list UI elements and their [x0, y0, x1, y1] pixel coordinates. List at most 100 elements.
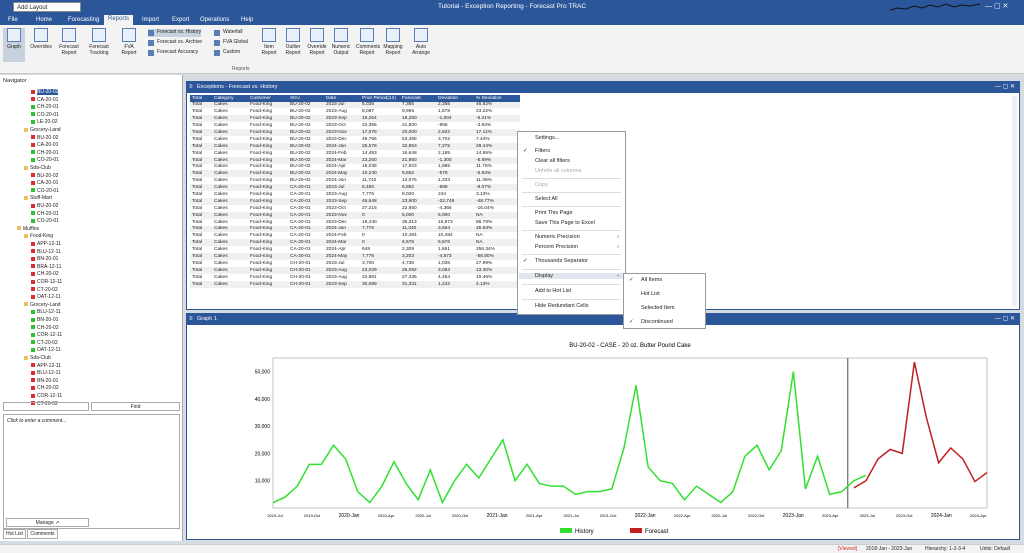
navigator-item[interactable]: CH-20-01: [31, 104, 59, 110]
navigator-item[interactable]: CA-20-01: [31, 97, 58, 103]
ribbon-small-button-0[interactable]: Forecast vs. History: [148, 29, 202, 37]
navigator-item[interactable]: BU-20-02: [31, 203, 58, 209]
submenu-item-1[interactable]: Hot List: [641, 291, 660, 297]
ribbon-button-4[interactable]: FVA Report: [118, 28, 140, 62]
context-menu-item-11[interactable]: Display: [519, 273, 625, 279]
ribbon-button-0[interactable]: Graph: [3, 28, 25, 62]
navigator-item[interactable]: BN-20-01: [31, 378, 58, 384]
ribbon-button-6[interactable]: Outlier Report: [282, 28, 304, 62]
menu-tab-1[interactable]: Home: [32, 16, 56, 24]
context-menu-item-2[interactable]: Clear all filters: [535, 158, 570, 164]
table-row[interactable]: Total Cakes Food-King BU-20-02 2023-Oct 22,35…: [190, 122, 520, 129]
navigator-item[interactable]: CH-20-02: [31, 325, 59, 331]
tab-comments[interactable]: Comments: [27, 529, 58, 539]
context-menu-item-3[interactable]: Unhide all columns: [535, 168, 581, 174]
navigator-item[interactable]: Sda-Club: [24, 355, 51, 361]
comment-box[interactable]: Click to enter a comment...: [3, 414, 180, 529]
table-row[interactable]: Total Cakes Food-King CH-20-01 2023-Aug 23,02…: [190, 266, 520, 274]
ribbon-button-11[interactable]: Auto Arrange: [410, 28, 432, 62]
ribbon-button-8[interactable]: Numeric Output: [330, 28, 352, 62]
grid-scrollbar[interactable]: [1012, 96, 1017, 306]
grid-column-header[interactable]: Prior Period(12): [360, 95, 400, 102]
table-row[interactable]: Total Cakes Food-King BU-20-02 2024-Jan 25,57…: [190, 142, 520, 150]
submenu-item-0[interactable]: All Items: [641, 277, 662, 283]
navigator-item[interactable]: BN-20-01: [31, 256, 58, 262]
navigator-item[interactable]: BU-20-02: [31, 89, 59, 95]
table-row[interactable]: Total Cakes Food-King BU-20-02 2023-Dec 49,76…: [190, 136, 520, 143]
navigator-item[interactable]: Grocery-Land: [24, 127, 61, 133]
navigator-item[interactable]: CH-20-02: [31, 271, 59, 277]
table-row[interactable]: Total Cakes Food-King CA-20-01 2024-Feb 0 10,4…: [190, 232, 520, 239]
menu-tab-7[interactable]: Help: [237, 16, 257, 24]
ribbon-button-9[interactable]: Comments Report: [356, 28, 380, 62]
hamburger-icon[interactable]: ≡: [189, 316, 193, 322]
navigator-item[interactable]: LE-20-02: [31, 119, 58, 125]
ribbon-button-3[interactable]: Forecast Tracking: [88, 28, 110, 62]
ribbon-button-1[interactable]: Overrides: [30, 28, 52, 62]
manage-button[interactable]: Manage ↗: [6, 518, 89, 527]
navigator-item[interactable]: BLU-12-11: [31, 309, 61, 315]
menu-tab-0[interactable]: File: [4, 16, 22, 24]
context-menu-item-13[interactable]: Hide Redundant Cells: [535, 303, 589, 309]
navigator-item[interactable]: BRA-12-11: [31, 264, 61, 270]
table-row[interactable]: Total Cakes Food-King CA-20-01 2024-Mar 0 6,67…: [190, 239, 520, 247]
navigator-item[interactable]: CO-20-01: [31, 157, 59, 163]
ribbon-small-button-1[interactable]: Forecast vs. Archive: [148, 39, 202, 47]
navigator-item[interactable]: BU-20-02: [31, 173, 58, 179]
ribbon-small-button-5[interactable]: Custom: [214, 49, 240, 57]
navigator-item[interactable]: BN-20-01: [31, 317, 58, 323]
window-controls-icon[interactable]: — ▢ ✕: [985, 2, 1008, 10]
tab-hot-list[interactable]: Hot List: [3, 529, 26, 539]
navigator-item[interactable]: CH-20-02: [31, 385, 59, 391]
navigator-item[interactable]: Grocery-Land: [24, 302, 61, 308]
menu-tab-3[interactable]: Reports: [104, 15, 134, 25]
context-menu-item-8[interactable]: Numeric Precision: [535, 234, 580, 240]
navigator-item[interactable]: CA-20-01: [31, 180, 58, 186]
ribbon-button-10[interactable]: Mapping Report: [382, 28, 404, 62]
context-menu-item-1[interactable]: Filters: [535, 148, 550, 154]
table-row[interactable]: Total Cakes Food-King CH-20-01 2023-Jul 3,700…: [190, 260, 520, 267]
navigator-item[interactable]: BU-20-02: [31, 135, 58, 141]
ribbon-button-7[interactable]: Override Report: [306, 28, 328, 62]
navigator-item[interactable]: COR-12-11: [31, 332, 62, 338]
window-controls-icon[interactable]: — ▢ ✕: [995, 315, 1015, 322]
table-row[interactable]: Total Cakes Food-King BU-20-02 2024-Mar 23,25…: [190, 156, 520, 164]
table-row[interactable]: Total Cakes Food-King CA-20-01 2023-Nov 0 5,00…: [190, 211, 520, 219]
menu-tab-4[interactable]: Import: [138, 16, 163, 24]
context-menu-item-4[interactable]: Copy: [535, 182, 548, 188]
table-row[interactable]: Total Cakes Food-King BU-20-02 2024-Jun 11,74…: [190, 177, 520, 184]
navigator-item[interactable]: Muffins: [17, 226, 39, 232]
context-menu-item-0[interactable]: Settings...: [535, 135, 559, 141]
navigator-item[interactable]: OAT-12-11: [31, 347, 61, 353]
context-menu-item-12[interactable]: Add to Hot List: [535, 288, 571, 294]
ribbon-small-button-2[interactable]: Forecast Accuracy: [148, 49, 198, 57]
navigator-item[interactable]: CO-20-01: [31, 188, 59, 194]
table-row[interactable]: Total Cakes Food-King CA-20-01 2023-Sep 46,64…: [190, 197, 520, 205]
table-row[interactable]: Total Cakes Food-King CA-20-01 2023-Aug 7,776…: [190, 191, 520, 198]
navigator-item[interactable]: COR-12-11: [31, 393, 62, 399]
submenu-item-3[interactable]: Discontinued: [641, 319, 673, 325]
navigator-item[interactable]: COR-12-11: [31, 279, 62, 285]
navigator-item[interactable]: CA-20-01: [31, 142, 58, 148]
context-menu-item-6[interactable]: Print This Page: [535, 210, 573, 216]
navigator-item[interactable]: CT-20-02: [31, 287, 58, 293]
ribbon-button-2[interactable]: Forecast Report: [58, 28, 80, 62]
menu-tab-6[interactable]: Operations: [196, 16, 233, 24]
table-row[interactable]: Total Cakes Food-King BU-20-02 2024-May 10,24…: [190, 170, 520, 178]
table-row[interactable]: Total Cakes Food-King BU-20-02 2023-Nov 17,07…: [190, 129, 520, 136]
navigator-item[interactable]: BLU-12-11: [31, 370, 61, 376]
table-row[interactable]: Total Cakes Food-King BU-20-02 2023-Aug 8,087…: [190, 108, 520, 115]
navigator-item[interactable]: CT-20-02: [31, 340, 58, 346]
context-menu-item-9[interactable]: Percent Precision: [535, 244, 578, 250]
table-row[interactable]: Total Cakes Food-King BU-20-02 2024-Feb 14,48…: [190, 150, 520, 157]
table-row[interactable]: Total Cakes Food-King CA-20-01 2024-May 7,776…: [190, 253, 520, 260]
navigator-item[interactable]: CO-20-01: [31, 112, 59, 118]
navigator-item[interactable]: Food-King: [24, 233, 53, 239]
navigator-item[interactable]: CO-20-01: [31, 218, 59, 224]
ribbon-button-5[interactable]: Item Report: [258, 28, 280, 62]
navigator-item[interactable]: CH-20-01: [31, 150, 59, 156]
submenu-item-2[interactable]: Selected Item: [641, 305, 675, 311]
find-input[interactable]: [3, 402, 89, 411]
navigator-item[interactable]: APP-12-11: [31, 363, 61, 369]
context-menu-item-10[interactable]: Thousands Separator: [535, 258, 588, 264]
